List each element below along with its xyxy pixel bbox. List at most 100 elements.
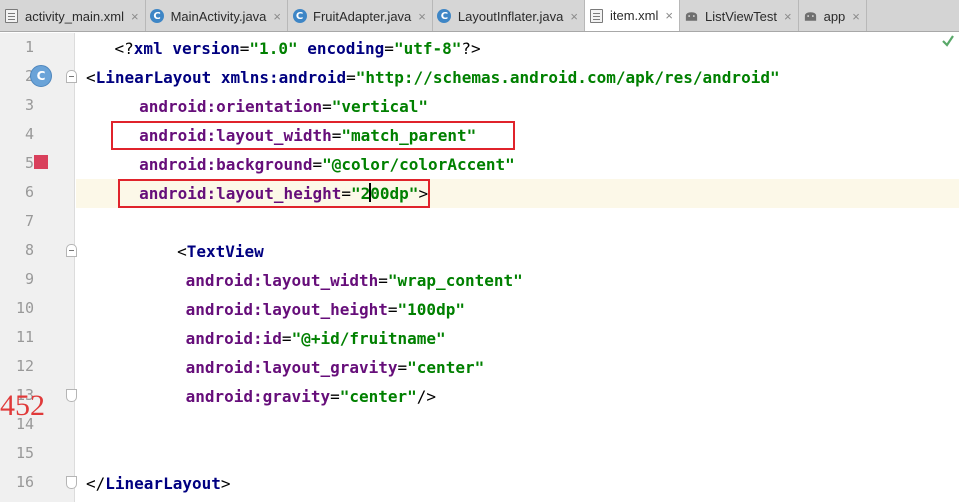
close-icon[interactable]: ×	[665, 8, 673, 23]
code-token: android:layout_width	[185, 271, 379, 290]
code-token: =	[384, 39, 394, 58]
code-token: =	[239, 39, 250, 58]
code-token: xml	[133, 39, 163, 58]
code-line: </LinearLayout>	[76, 469, 959, 498]
tab-label: FruitAdapter.java	[313, 8, 412, 24]
code-token: android:background	[139, 155, 313, 174]
code-token: =	[330, 387, 340, 406]
tab-label: item.xml	[610, 8, 659, 23]
line-number: 4	[24, 125, 34, 143]
inspection-ok-icon[interactable]	[941, 34, 955, 48]
line-number: 16	[15, 473, 34, 491]
code-token: LinearLayout	[105, 474, 221, 493]
line-number: 2	[0, 67, 34, 85]
close-icon[interactable]: ×	[852, 9, 860, 24]
code-line: android:gravity="center"/>	[76, 382, 959, 411]
code-line: <TextView	[76, 237, 959, 266]
close-icon[interactable]: ×	[131, 9, 139, 24]
code-line: <?xml version="1.0" encoding="utf-8"?>	[76, 34, 959, 63]
android-module-icon	[803, 9, 818, 24]
code-token: "utf-8"	[393, 39, 462, 58]
code-line: android:layout_width="wrap_content"	[76, 266, 959, 295]
tab-listviewtest[interactable]: ListViewTest ×	[679, 0, 799, 31]
code-token: <	[177, 242, 187, 261]
code-token: android:layout_gravity	[185, 358, 398, 377]
code-token: "vertical"	[331, 97, 429, 116]
code-line: android:background="@color/colorAccent"	[76, 150, 959, 179]
tab-layoutinflater-java[interactable]: C LayoutInflater.java ×	[432, 0, 585, 31]
highlight-box-layout-width	[111, 121, 515, 150]
code-token: =	[397, 358, 408, 377]
code-token: "@color/colorAccent"	[322, 155, 515, 174]
class-icon: C	[292, 9, 307, 24]
code-token: version	[172, 39, 240, 58]
line-number: 7	[24, 212, 34, 230]
tab-label: activity_main.xml	[25, 8, 124, 24]
class-icon: C	[150, 9, 165, 24]
tab-label: MainActivity.java	[170, 8, 267, 24]
code-token: =	[378, 271, 388, 290]
close-icon[interactable]: ×	[570, 9, 578, 24]
code-token: =	[387, 300, 398, 319]
tab-activity-main-xml[interactable]: activity_main.xml ×	[0, 0, 146, 31]
line-number: 9	[24, 270, 34, 288]
code-token: android:orientation	[139, 97, 323, 116]
code-token: =	[281, 329, 292, 348]
class-icon: C	[437, 9, 452, 24]
code-token: "http://schemas.android.com/apk/res/andr…	[355, 68, 780, 87]
code-token: </	[86, 474, 106, 493]
line-number: 3	[24, 96, 34, 114]
line-number: 1	[24, 38, 34, 56]
editor-gutter[interactable]: 1 2 3 4 5 6 7 8 9 10 11 12 13 14 15 16 C…	[0, 33, 77, 502]
overlay-annotation-number: 452	[0, 389, 45, 422]
code-line: android:layout_height="100dp"	[76, 295, 959, 324]
tab-fruitadapter-java[interactable]: C FruitAdapter.java ×	[288, 0, 433, 31]
close-icon[interactable]: ×	[273, 9, 281, 24]
tab-mainactivity-java[interactable]: C MainActivity.java ×	[145, 0, 288, 31]
line-number: 5	[24, 154, 34, 172]
editor-tab-bar: activity_main.xml × C MainActivity.java …	[0, 0, 959, 32]
code-token: "center"	[339, 387, 417, 406]
code-token: <?	[114, 39, 134, 58]
tab-label: ListViewTest	[704, 8, 777, 24]
color-swatch-icon[interactable]	[34, 155, 48, 169]
tab-label: LayoutInflater.java	[457, 8, 564, 24]
code-editor[interactable]: <?xml version="1.0" encoding="utf-8"?> <…	[76, 33, 959, 502]
tab-app[interactable]: app ×	[798, 0, 867, 31]
code-token: "1.0"	[249, 39, 298, 58]
code-line: android:layout_gravity="center"	[76, 353, 959, 382]
code-token: "center"	[407, 358, 485, 377]
code-token: "@+id/fruitname"	[291, 329, 446, 348]
code-token: android:layout_height	[185, 300, 388, 319]
line-number: 6	[24, 183, 34, 201]
android-module-icon	[684, 9, 699, 24]
xml-file-icon	[4, 9, 19, 24]
code-token: "100dp"	[397, 300, 465, 319]
code-token: =	[312, 155, 323, 174]
code-token: LinearLayout	[95, 68, 212, 87]
code-token: encoding	[307, 39, 385, 58]
code-token: android:gravity	[185, 387, 331, 406]
close-icon[interactable]: ×	[418, 9, 426, 24]
tab-label: app	[823, 8, 846, 24]
code-token: android:id	[185, 329, 282, 348]
line-number: 8	[24, 241, 34, 259]
close-icon[interactable]: ×	[784, 9, 792, 24]
code-token: ?>	[461, 39, 481, 58]
code-line: android:id="@+id/fruitname"	[76, 324, 959, 353]
highlight-box-layout-height	[118, 179, 430, 208]
code-token: TextView	[186, 242, 264, 261]
code-token: "wrap_content"	[387, 271, 523, 290]
code-line: android:orientation="vertical"	[76, 92, 959, 121]
code-token: >	[220, 474, 231, 493]
tab-item-xml[interactable]: item.xml ×	[585, 0, 680, 31]
code-token: <	[86, 68, 96, 87]
class-reference-icon[interactable]: C	[30, 65, 52, 87]
line-number: 10	[15, 299, 34, 317]
code-token: />	[416, 387, 437, 406]
line-number: 15	[15, 444, 34, 462]
code-token: =	[346, 68, 356, 87]
